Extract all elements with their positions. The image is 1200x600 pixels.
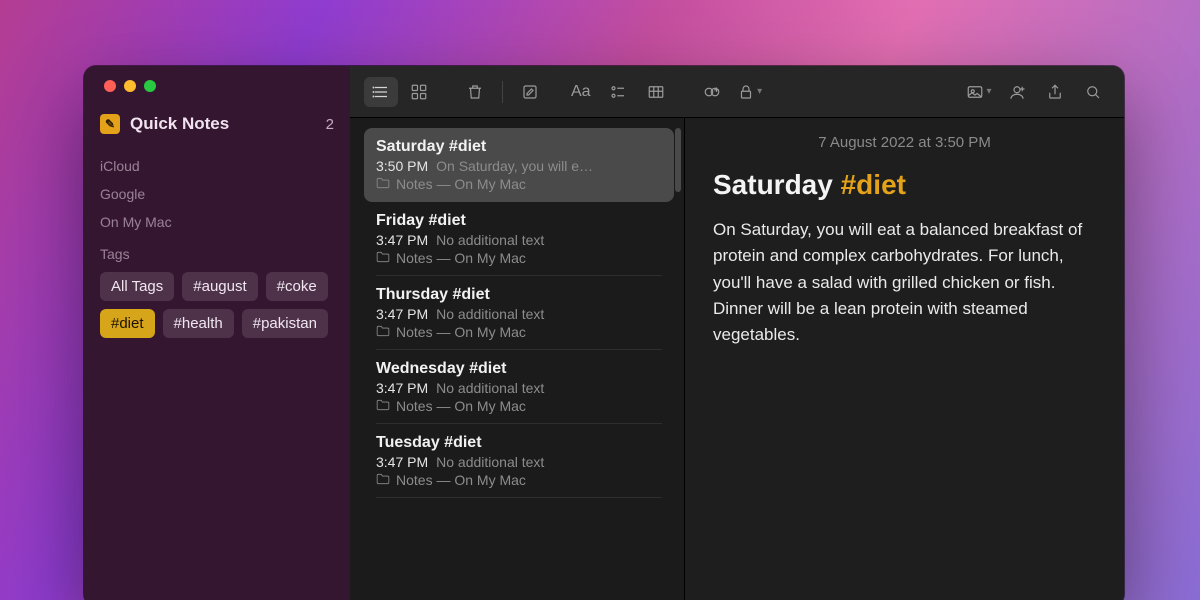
note-item-location: Notes — On My Mac [376,324,662,340]
note-list-item[interactable]: Tuesday #diet 3:47 PMNo additional text No… [364,424,674,498]
quick-notes-icon: ✎ [100,114,120,134]
minimize-window-button[interactable] [124,80,136,92]
sidebar-location-item[interactable]: iCloud [100,152,334,180]
tags-heading: Tags [100,246,334,262]
note-item-location: Notes — On My Mac [376,472,662,488]
note-item-title: Wednesday #diet [376,360,662,378]
note-item-location: Notes — On My Mac [376,398,662,414]
tag-pill[interactable]: #august [182,272,257,301]
share-button[interactable] [1038,77,1072,107]
list-view-button[interactable] [364,77,398,107]
tag-pill[interactable]: #diet [100,309,155,338]
quick-notes-label: Quick Notes [130,114,229,134]
note-item-title: Thursday #diet [376,286,662,304]
note-item-title: Friday #diet [376,212,662,230]
new-note-button[interactable] [513,77,547,107]
note-item-subtitle: 3:47 PMNo additional text [376,232,662,248]
note-title: Saturday #diet [713,169,1096,201]
note-item-subtitle: 3:47 PMNo additional text [376,380,662,396]
note-item-subtitle: 3:50 PMOn Saturday, you will e… [376,158,662,174]
note-item-title: Saturday #diet [376,138,662,156]
chevron-down-icon: ▾ [757,86,762,97]
note-title-hashtag: #diet [841,169,906,200]
chevron-down-icon: ▾ [986,86,991,97]
sidebar-location-item[interactable]: Google [100,180,334,208]
note-list-item[interactable]: Friday #diet 3:47 PMNo additional text Not… [364,202,674,276]
note-date: 7 August 2022 at 3:50 PM [713,134,1096,151]
sidebar: ✎ Quick Notes 2 iCloudGoogleOn My Mac Ta… [84,66,350,600]
table-button[interactable] [639,77,673,107]
folder-icon [376,250,390,266]
sidebar-location-item[interactable]: On My Mac [100,208,334,236]
note-body[interactable]: On Saturday, you will eat a balanced bre… [713,217,1093,349]
toolbar: Aa ▾ ▾ [350,66,1124,118]
quick-notes-count: 2 [326,116,334,133]
tag-pill[interactable]: #pakistan [242,309,328,338]
main-area: Aa ▾ ▾ Saturday #diet 3:50 PMOn Saturday,… [350,66,1124,600]
collaborate-button[interactable] [1000,77,1034,107]
fullscreen-window-button[interactable] [144,80,156,92]
note-list-item[interactable]: Wednesday #diet 3:47 PMNo additional text… [364,350,674,424]
scrollbar-thumb[interactable] [675,128,681,192]
window-controls [100,80,334,92]
notes-window: ✎ Quick Notes 2 iCloudGoogleOn My Mac Ta… [84,66,1124,600]
lock-button[interactable]: ▾ [733,77,767,107]
folder-icon [376,324,390,340]
note-item-subtitle: 3:47 PMNo additional text [376,454,662,470]
quick-notes-row[interactable]: ✎ Quick Notes 2 [100,114,334,134]
tag-pill[interactable]: All Tags [100,272,174,301]
search-button[interactable] [1076,77,1110,107]
media-button[interactable]: ▾ [962,77,996,107]
note-list-item[interactable]: Thursday #diet 3:47 PMNo additional text N… [364,276,674,350]
delete-button[interactable] [458,77,492,107]
format-button[interactable]: Aa [565,77,597,107]
note-list-item[interactable]: Saturday #diet 3:50 PMOn Saturday, you wi… [364,128,674,202]
checklist-button[interactable] [601,77,635,107]
note-title-text: Saturday [713,169,841,200]
note-item-title: Tuesday #diet [376,434,662,452]
folder-icon [376,472,390,488]
note-item-subtitle: 3:47 PMNo additional text [376,306,662,322]
note-detail: 7 August 2022 at 3:50 PM Saturday #diet … [684,118,1124,600]
notes-list: Saturday #diet 3:50 PMOn Saturday, you wi… [350,118,684,600]
folder-icon [376,176,390,192]
folder-icon [376,398,390,414]
grid-view-button[interactable] [402,77,436,107]
link-button[interactable] [695,77,729,107]
close-window-button[interactable] [104,80,116,92]
toolbar-separator [502,81,503,103]
desktop-wallpaper: ✎ Quick Notes 2 iCloudGoogleOn My Mac Ta… [0,0,1200,600]
note-item-location: Notes — On My Mac [376,250,662,266]
note-item-location: Notes — On My Mac [376,176,662,192]
tag-pill[interactable]: #coke [266,272,328,301]
tag-pill[interactable]: #health [163,309,234,338]
